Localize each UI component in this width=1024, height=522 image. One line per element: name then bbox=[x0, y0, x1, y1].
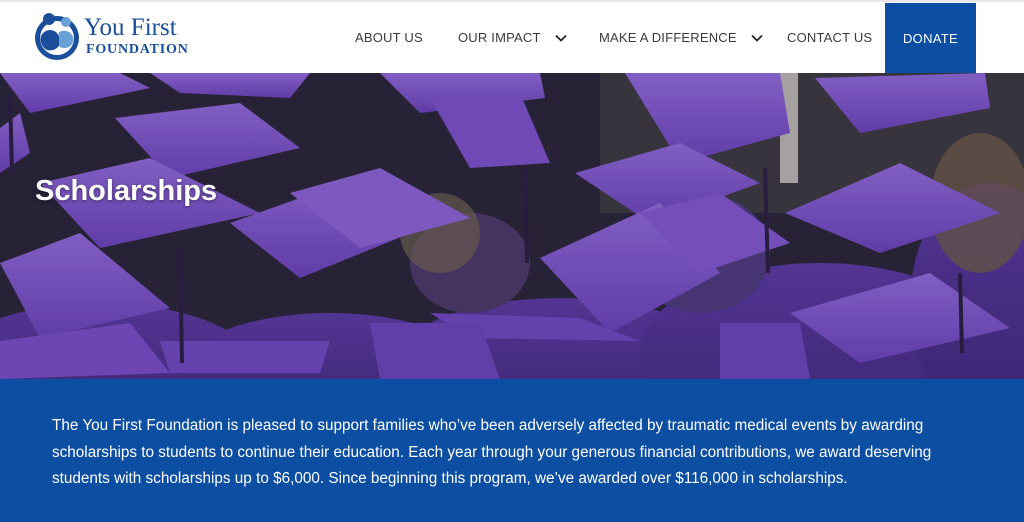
hero-banner: Scholarships bbox=[0, 73, 1024, 379]
nav-label: OUR IMPACT bbox=[458, 30, 541, 45]
page-title: Scholarships bbox=[35, 175, 218, 207]
nav-make-a-difference[interactable]: MAKE A DIFFERENCE bbox=[599, 2, 763, 73]
intro-section: The You First Foundation is pleased to s… bbox=[0, 379, 1024, 522]
nav-our-impact[interactable]: OUR IMPACT bbox=[458, 2, 567, 73]
site-logo[interactable]: You First FOUNDATION bbox=[33, 10, 203, 65]
site-header: You First FOUNDATION ABOUT US OUR IMPACT… bbox=[0, 0, 1024, 74]
graduation-caps-image bbox=[0, 73, 1024, 379]
nav-label: MAKE A DIFFERENCE bbox=[599, 30, 737, 45]
logo-name-line1: You First bbox=[84, 14, 177, 41]
chevron-down-icon[interactable] bbox=[751, 32, 763, 44]
chevron-down-icon[interactable] bbox=[555, 32, 567, 44]
intro-paragraph: The You First Foundation is pleased to s… bbox=[52, 417, 932, 487]
nav-label: CONTACT US bbox=[787, 30, 873, 45]
logo-name-line2: FOUNDATION bbox=[86, 42, 189, 57]
nav-label: ABOUT US bbox=[355, 30, 423, 45]
logo-family-icon bbox=[35, 13, 79, 60]
nav-contact-us[interactable]: CONTACT US bbox=[787, 2, 872, 73]
donate-button[interactable]: DONATE bbox=[885, 3, 976, 74]
nav-about-us[interactable]: ABOUT US bbox=[355, 2, 423, 73]
